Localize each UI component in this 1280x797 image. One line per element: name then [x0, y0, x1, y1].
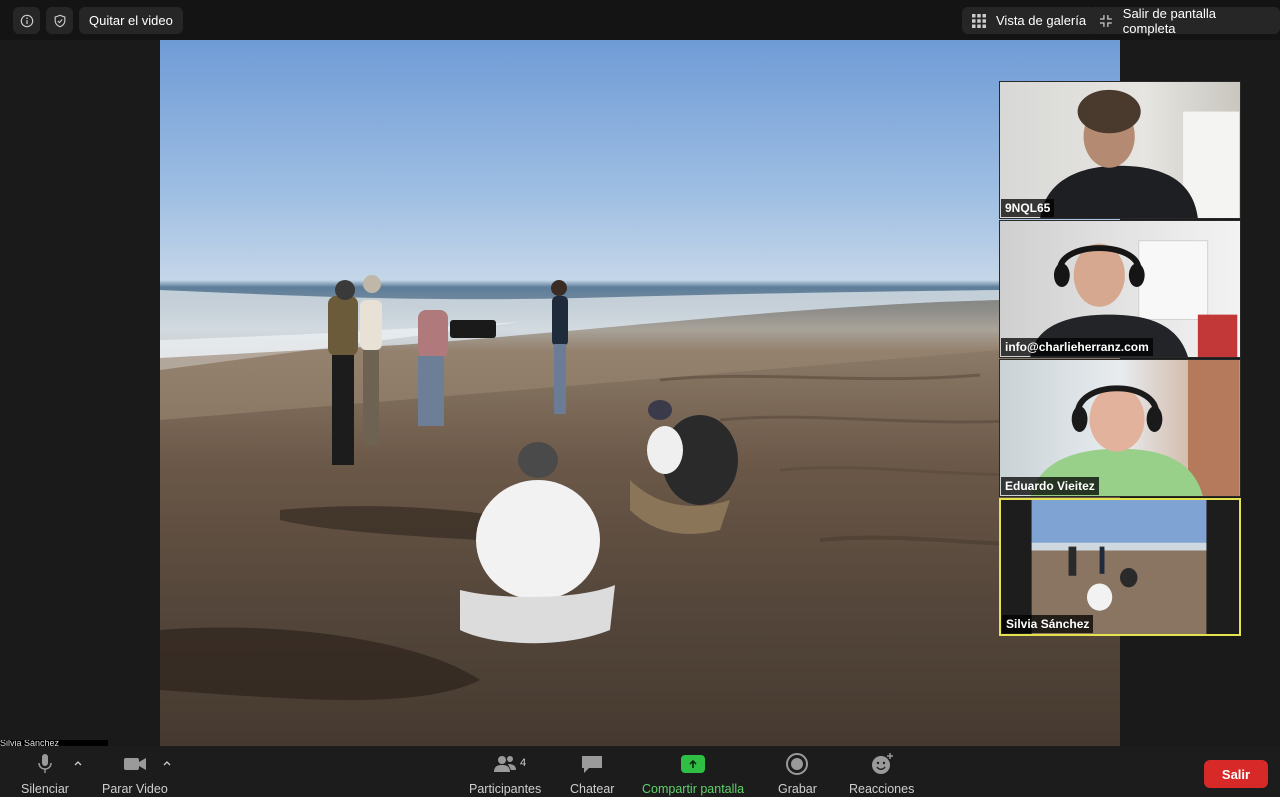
participant-name: Eduardo Vieitez: [1001, 477, 1099, 495]
participant-video: [1031, 500, 1207, 634]
grid-icon: [972, 13, 986, 28]
record-label: Grabar: [778, 782, 817, 796]
info-icon: [20, 14, 33, 27]
exit-fullscreen-label: Salir de pantalla completa: [1122, 5, 1217, 36]
video-stage: Silvia Sánchez 9NQL65 info@charlieherran…: [0, 40, 1280, 746]
exit-fullscreen-button[interactable]: Salir de pantalla completa: [1089, 5, 1280, 36]
share-screen-label: Compartir pantalla: [642, 782, 745, 796]
video-camera-icon: [123, 758, 146, 770]
mute-label: Silenciar: [21, 782, 69, 796]
security-button[interactable]: [46, 7, 73, 34]
participant-tile-active[interactable]: Silvia Sánchez: [999, 498, 1241, 636]
chat-bubble-icon: [582, 756, 603, 773]
participants-label: Participantes: [469, 782, 542, 796]
participant-video: [1030, 240, 1238, 357]
participant-video: [1040, 89, 1240, 218]
main-video-feed[interactable]: [160, 40, 1120, 746]
hide-video-button[interactable]: Quitar el video: [79, 7, 183, 34]
video-options-caret-icon[interactable]: [162, 758, 172, 768]
audio-options-caret-icon[interactable]: [73, 758, 83, 768]
reactions-label: Reacciones: [849, 782, 915, 796]
gallery-view-button[interactable]: Vista de galería: [962, 7, 1097, 34]
shield-check-icon: [54, 14, 65, 27]
top-bar: Quitar el video Vista de galería Salir d…: [0, 0, 1280, 40]
hide-video-label: Quitar el video: [89, 13, 173, 28]
participant-tile[interactable]: Eduardo Vieitez: [999, 359, 1241, 497]
participant-name: Silvia Sánchez: [1002, 615, 1094, 633]
participants-button[interactable]: Participantes: [469, 752, 541, 796]
meeting-toolbar: Silenciar Parar Video Participantes 4 Ch…: [0, 746, 1280, 797]
participant-tile[interactable]: 9NQL65: [999, 81, 1241, 219]
record-button[interactable]: Grabar: [778, 752, 817, 796]
emoji-plus-icon: [871, 753, 893, 774]
gallery-view-label: Vista de galería: [996, 13, 1087, 28]
share-screen-button[interactable]: Compartir pantalla: [642, 752, 744, 796]
stop-video-button[interactable]: Parar Video: [102, 752, 168, 796]
participants-icon: [494, 756, 517, 772]
chat-button[interactable]: Chatear: [570, 752, 614, 796]
mute-button[interactable]: Silenciar: [21, 752, 69, 796]
share-screen-icon: [681, 755, 706, 773]
participants-count: 4: [520, 757, 527, 769]
exit-fullscreen-icon: [1099, 14, 1112, 27]
chat-label: Chatear: [570, 782, 615, 796]
participant-name: info@charlieherranz.com: [1001, 338, 1153, 356]
reactions-button[interactable]: Reacciones: [849, 752, 914, 796]
meeting-info-button[interactable]: [13, 7, 40, 34]
beach-scene: [160, 275, 1120, 700]
record-icon: [786, 753, 809, 775]
leave-meeting-button[interactable]: Salir: [1204, 760, 1268, 788]
microphone-icon: [38, 754, 52, 773]
participant-tile[interactable]: info@charlieherranz.com: [999, 220, 1241, 358]
participant-name: 9NQL65: [1001, 199, 1055, 217]
stop-video-label: Parar Video: [102, 782, 168, 796]
participant-video: [1030, 360, 1240, 496]
